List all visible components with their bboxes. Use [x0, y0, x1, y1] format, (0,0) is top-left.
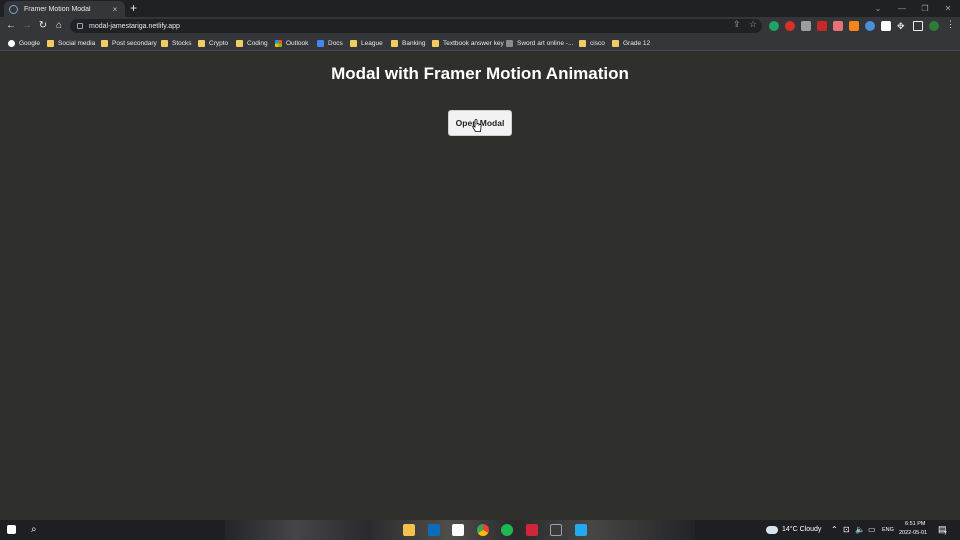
bookmark-google[interactable]: Google [8, 38, 40, 48]
tab-close-icon[interactable]: × [110, 5, 120, 14]
app-red-icon[interactable] [526, 524, 538, 536]
vscode-icon[interactable] [575, 524, 587, 536]
new-tab-button[interactable]: + [130, 1, 137, 15]
bookmark-stocks[interactable]: Stocks [161, 38, 192, 48]
extension-tp-icon[interactable] [817, 21, 827, 31]
folder-icon [161, 39, 168, 47]
bookmark-label: Crypto [209, 39, 229, 47]
windows-start-icon[interactable] [7, 525, 16, 534]
extension-red-icon[interactable] [785, 21, 795, 31]
grammarly-extension-icon[interactable] [769, 21, 779, 31]
folder-icon [579, 39, 586, 47]
share-icon[interactable]: ⇪ [733, 19, 741, 30]
store-icon[interactable] [452, 524, 464, 536]
extension-blue-icon[interactable] [865, 21, 875, 31]
close-window-button[interactable]: ✕ [936, 0, 960, 17]
bookmark-label: Banking [402, 39, 426, 47]
bookmark-league[interactable]: League [350, 38, 383, 48]
bookmark-sword-art-online[interactable]: Sword art online -... [506, 38, 573, 48]
folder-icon [350, 39, 357, 47]
forward-icon[interactable]: → [20, 19, 34, 33]
url-text: modal-jamestariga.netlify.app [89, 22, 180, 30]
bookmark-docs[interactable]: Docs [317, 38, 343, 48]
battery-icon[interactable]: ▭ [868, 525, 876, 534]
menu-kebab-icon[interactable]: ⋮ [946, 19, 955, 30]
bookmark-textbook-answer-key[interactable]: Textbook answer key [432, 38, 504, 48]
bookmark-label: Docs [328, 39, 343, 47]
terminal-icon[interactable] [550, 524, 562, 536]
cloudy-weather-icon[interactable] [766, 526, 778, 534]
folder-icon [47, 39, 54, 47]
browser-tab-strip: Framer Motion Modal × + ⌄ — ❐ ✕ [0, 0, 960, 17]
hand-cursor-icon [472, 119, 482, 132]
tab-search-icon[interactable]: ⌄ [866, 0, 890, 17]
bookmark-label: League [361, 39, 383, 47]
reload-icon[interactable]: ↻ [36, 19, 50, 33]
bookmark-post-secondary[interactable]: Post secondary [101, 38, 157, 48]
extension-white-icon[interactable] [881, 21, 891, 31]
bookmark-label: Stocks [172, 39, 192, 47]
chrome-icon[interactable] [477, 524, 489, 536]
address-bar[interactable]: modal-jamestariga.netlify.app [70, 19, 762, 33]
bookmark-label: Sword art online -... [517, 39, 574, 47]
bookmark-outlook[interactable]: Outlook [275, 38, 308, 48]
bookmark-label: Google [19, 39, 40, 47]
tab-title: Framer Motion Modal [24, 5, 91, 13]
home-icon[interactable]: ⌂ [52, 19, 66, 33]
spotify-icon[interactable] [501, 524, 513, 536]
bookmark-coding[interactable]: Coding [236, 38, 268, 48]
bookmark-label: Outlook [286, 39, 309, 47]
network-icon[interactable]: ⊡ [843, 525, 850, 534]
site-favicon-icon [506, 39, 513, 47]
back-icon[interactable]: ← [4, 19, 18, 33]
bookmark-social-media[interactable]: Social media [47, 38, 95, 48]
bookmark-label: cisco [590, 39, 605, 47]
bookmark-label: Coding [247, 39, 268, 47]
bookmarks-bar: Google Social media Post secondary Stock… [0, 35, 960, 51]
folder-icon [391, 39, 398, 47]
folder-icon [101, 39, 108, 47]
folder-icon [236, 39, 243, 47]
file-explorer-icon[interactable] [403, 524, 415, 536]
profile-avatar[interactable] [929, 21, 939, 31]
bookmark-label: Social media [58, 39, 96, 47]
tray-chevron-icon[interactable]: ⌃ [831, 525, 838, 534]
notification-count: 7 [944, 531, 947, 537]
folder-icon [612, 39, 619, 47]
volume-icon[interactable]: 🔈 [855, 525, 865, 534]
bookmark-label: Grade 12 [623, 39, 651, 47]
clock-time[interactable]: 6:51 PM [905, 521, 925, 527]
microsoft-icon [275, 39, 282, 47]
extension-gray-icon[interactable] [801, 21, 811, 31]
bookmark-label: Textbook answer key [443, 39, 504, 47]
maximize-button[interactable]: ❐ [913, 0, 937, 17]
folder-icon [432, 39, 439, 47]
clock-date[interactable]: 2022-05-01 [899, 530, 927, 536]
docs-icon [317, 39, 324, 47]
minimize-button[interactable]: — [890, 0, 914, 17]
browser-toolbar: ← → ↻ ⌂ modal-jamestariga.netlify.app ⇪ … [0, 17, 960, 35]
extensions-puzzle-icon[interactable]: ✥ [897, 21, 907, 31]
page-title: Modal with Framer Motion Animation [331, 64, 629, 83]
search-icon[interactable]: ⌕ [31, 524, 43, 536]
language-indicator[interactable]: ENG [882, 527, 894, 533]
extension-pink-icon[interactable] [833, 21, 843, 31]
folder-icon [198, 39, 205, 47]
bookmark-cisco[interactable]: cisco [579, 38, 605, 48]
google-icon [8, 39, 15, 47]
mail-icon[interactable] [428, 524, 440, 536]
bookmark-crypto[interactable]: Crypto [198, 38, 228, 48]
browser-tab[interactable]: Framer Motion Modal × [4, 1, 125, 17]
react-favicon-icon [9, 4, 18, 14]
weather-text[interactable]: 14°C Cloudy [782, 526, 821, 533]
bookmark-banking[interactable]: Banking [391, 38, 426, 48]
side-panel-icon[interactable] [913, 21, 923, 31]
lock-icon[interactable] [77, 23, 83, 29]
windows-taskbar: ⌕ 14°C Cloudy ⌃ ⊡ 🔈 ▭ ENG 6:51 PM 2022-0… [0, 520, 960, 540]
bookmark-star-icon[interactable]: ☆ [749, 19, 757, 30]
bookmark-label: Post secondary [112, 39, 157, 47]
metamask-extension-icon[interactable] [849, 21, 859, 31]
bookmark-grade-12[interactable]: Grade 12 [612, 38, 650, 48]
